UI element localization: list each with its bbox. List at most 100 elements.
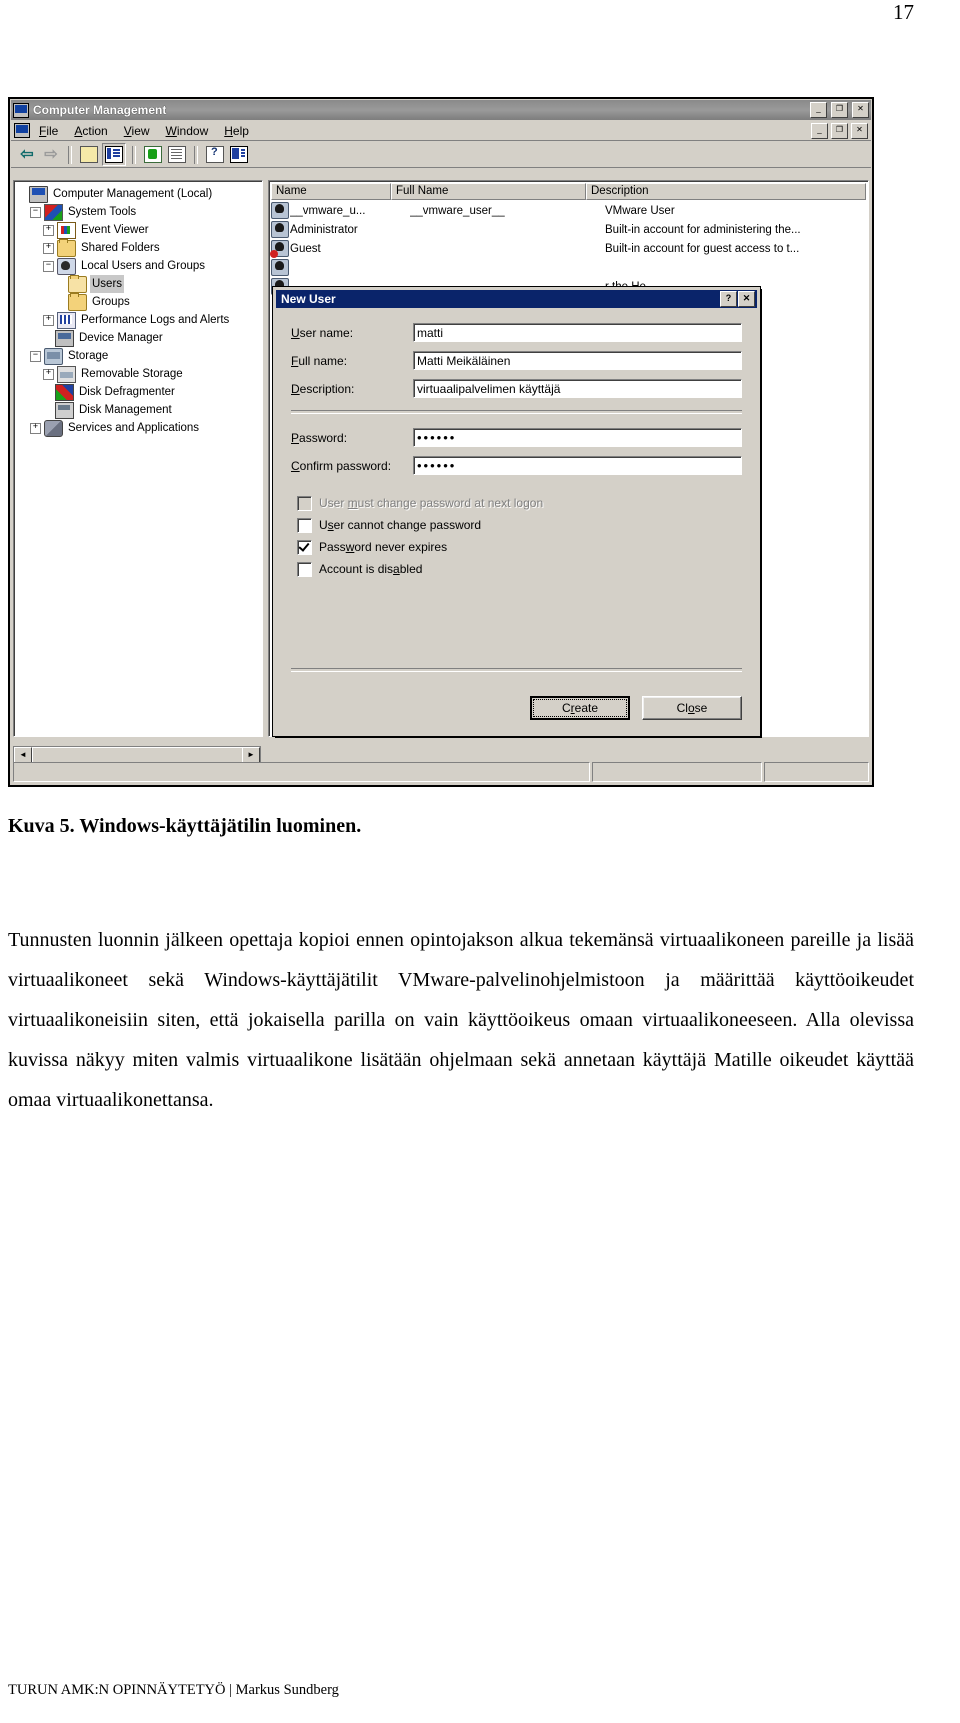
checkbox-box-account-is-disabled[interactable] (297, 561, 312, 577)
description-input[interactable]: virtuaalipalvelimen käyttäjä (413, 379, 742, 398)
child-minimize-button[interactable]: _ (811, 122, 828, 139)
column-header-name[interactable]: Name (271, 183, 391, 200)
table-row[interactable]: Guest Built-in account for guest access t… (270, 239, 866, 258)
dialog-title: New User (281, 292, 336, 306)
toolbar-separator-2 (132, 145, 136, 164)
forward-icon[interactable]: ⇨ (40, 144, 62, 165)
table-row[interactable] (271, 258, 866, 277)
console-tree-pane[interactable]: Computer Management (Local) − System Tools… (13, 180, 263, 737)
cell-description: Built-in account for administering the..… (605, 223, 801, 236)
checkbox-label-user-cannot-change-password: User cannot change password (319, 518, 482, 532)
tree-item-label: Performance Logs and Alerts (81, 314, 230, 326)
help-icon[interactable] (204, 144, 226, 165)
status-cell-main (13, 762, 590, 782)
tree-item-label: Local Users and Groups (81, 260, 206, 272)
tree-item-label: Groups (92, 296, 130, 308)
checkbox-box-user-cannot-change-password[interactable] (297, 517, 312, 533)
checkbox-label-account-is-disabled: Account is disabled (319, 562, 423, 576)
tree-item-disk-management[interactable]: Disk Management (17, 401, 262, 419)
checkbox-box-user-must-change-password[interactable] (297, 495, 312, 511)
expand-icon[interactable]: + (43, 368, 54, 380)
scroll-track[interactable] (32, 747, 244, 764)
table-row[interactable]: __vmware_u... __vmware_user__ VMware User (271, 201, 866, 220)
checkbox-user-cannot-change-password[interactable]: User cannot change password (291, 514, 742, 536)
tree-item-label: Disk Management (79, 404, 172, 416)
full-name-input[interactable]: Matti Meikäläinen (413, 351, 742, 370)
refresh-icon[interactable] (142, 144, 164, 165)
checkbox-label-password-never-expires: Password never expires (319, 540, 448, 554)
expand-icon[interactable]: + (30, 422, 41, 434)
close-dialog-button[interactable]: Cl o se (642, 696, 742, 720)
tree-item-groups[interactable]: Groups (17, 292, 262, 311)
close-button[interactable]: ✕ (852, 102, 869, 118)
tree-item-performance-logs-and-alerts[interactable]: + Performance Logs and Alerts (17, 311, 262, 329)
export-list-icon[interactable] (166, 144, 188, 165)
expand-icon[interactable]: + (43, 314, 54, 326)
show-hide-action-pane-icon[interactable] (228, 144, 250, 165)
tree-item-computer-management-local[interactable]: Computer Management (Local) (17, 185, 262, 203)
checkbox-box-password-never-expires[interactable] (297, 539, 312, 555)
figure-caption: Kuva 5. Windows-käyttäjätilin luominen. (8, 815, 362, 837)
tree-item-shared-folders[interactable]: + Shared Folders (17, 238, 262, 257)
password-input[interactable]: •••••• (413, 428, 742, 447)
checkbox-password-never-expires[interactable]: Password never expires (291, 536, 742, 558)
menu-item-action[interactable]: Action (67, 122, 114, 140)
field-row-password: Password: •••••• (291, 428, 742, 447)
tree-item-disk-defragmenter[interactable]: Disk Defragmenter (17, 383, 262, 401)
column-header-full-name[interactable]: Full Name (391, 183, 586, 200)
menu-item-file[interactable]: File (32, 122, 65, 140)
checkbox-label-user-must-change-password: User must change password at next logon (319, 496, 544, 510)
expand-icon[interactable]: + (43, 224, 54, 236)
tree-item-device-manager[interactable]: Device Manager (17, 329, 262, 347)
tree-item-event-viewer[interactable]: + Event Viewer (17, 221, 262, 239)
checkbox-account-is-disabled[interactable]: Account is disabled (291, 558, 742, 580)
menu-bar: File Action View Window Help _ ❐ ✕ (11, 121, 871, 141)
tree-item-services-and-applications[interactable]: + Services and Applications (17, 419, 262, 437)
child-close-button[interactable]: ✕ (851, 122, 868, 139)
column-header-description[interactable]: Description (586, 183, 866, 200)
event-viewer-icon (57, 221, 76, 239)
collapse-icon[interactable]: − (30, 206, 41, 218)
child-restore-button[interactable]: ❐ (831, 122, 848, 139)
window-title: Computer Management (33, 103, 167, 117)
menu-item-help[interactable]: Help (217, 122, 256, 140)
field-row-full-name: Full name: Matti Meikäläinen (291, 351, 742, 370)
cell-name: __vmware_u... (290, 204, 366, 217)
table-row[interactable]: Administrator Built-in account for admini… (271, 220, 866, 239)
maximize-button[interactable]: ❐ (831, 102, 848, 118)
computer-management-window: Computer Management _ ❐ ✕ File Action Vi… (8, 97, 874, 787)
tree-item-label: System Tools (68, 206, 137, 218)
status-bar (13, 762, 869, 782)
tree-item-removable-storage[interactable]: + Removable Storage (17, 365, 262, 383)
back-icon[interactable]: ⇦ (16, 144, 38, 165)
tree-item-storage[interactable]: − Storage (17, 347, 262, 365)
dialog-close-button[interactable]: ✕ (738, 291, 755, 307)
field-row-description: Description: virtuaalipalvelimen käyttäj… (291, 379, 742, 398)
menu-item-window[interactable]: Window (159, 122, 216, 140)
confirm-password-input[interactable]: •••••• (413, 456, 742, 475)
up-one-level-icon[interactable] (78, 144, 100, 165)
collapse-icon[interactable]: − (30, 350, 41, 362)
folder-icon (68, 292, 87, 311)
list-header: Name Full Name Description (271, 183, 866, 200)
dialog-titlebar: New User ? ✕ (276, 290, 757, 308)
tree-item-system-tools[interactable]: − System Tools (17, 203, 262, 221)
tree-item-local-users-and-groups[interactable]: − Local Users and Groups (17, 257, 262, 275)
user-name-input[interactable]: matti (413, 323, 742, 342)
minimize-button[interactable]: _ (810, 102, 827, 118)
dialog-divider (291, 410, 742, 414)
tree-item-users[interactable]: Users (17, 274, 262, 293)
show-hide-console-tree-icon[interactable] (102, 143, 126, 166)
tree-horizontal-scrollbar[interactable]: ◄ ► (13, 746, 261, 764)
collapse-icon[interactable]: − (43, 260, 54, 272)
system-tools-icon (44, 203, 63, 221)
expand-icon[interactable]: + (43, 242, 54, 254)
dialog-help-button[interactable]: ? (720, 291, 737, 307)
tree-item-label: Services and Applications (68, 422, 200, 434)
menu-item-view[interactable]: View (117, 122, 157, 140)
checkbox-user-must-change-password[interactable]: User must change password at next logon (291, 492, 742, 514)
create-button[interactable]: Cr eate (530, 696, 630, 720)
folder-open-icon (68, 274, 87, 293)
